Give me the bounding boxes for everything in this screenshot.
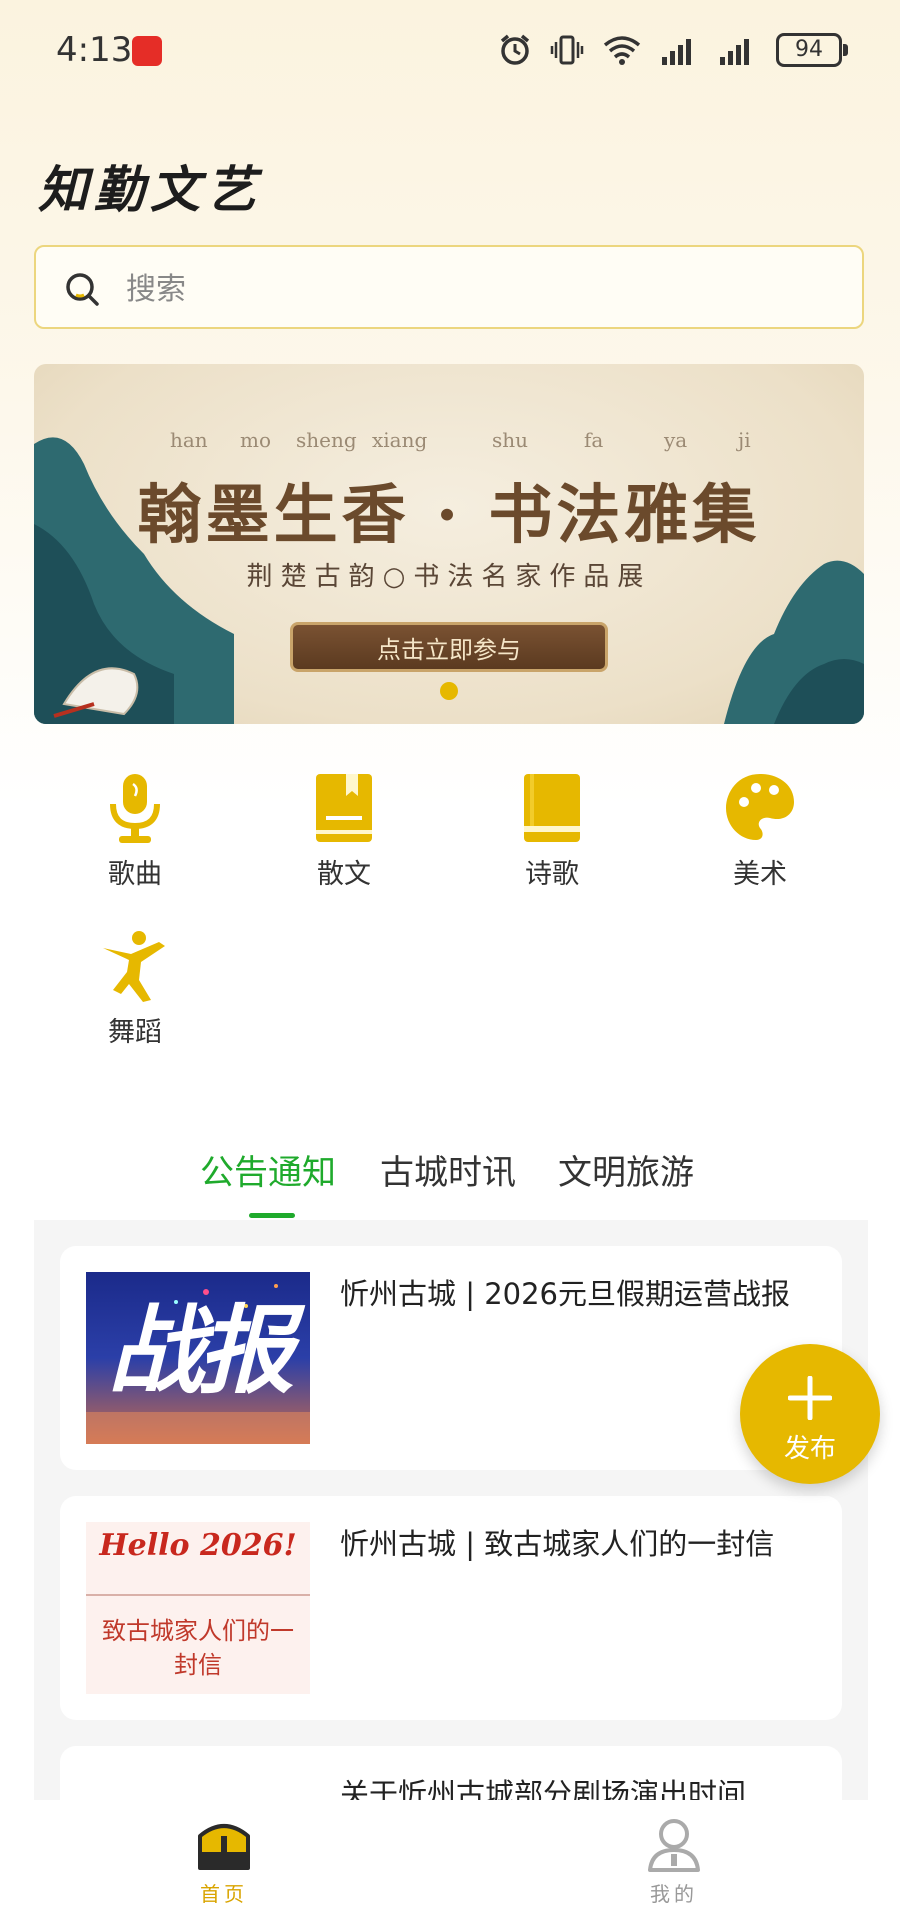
banner-cta-button[interactable]: 点击立即参与 [290, 622, 608, 672]
article-list: 战报 忻州古城 | 2026元旦假期运营战报 Hello 2026! 致古城家人… [34, 1220, 868, 1800]
document-thumbnail [86, 1772, 310, 1800]
banner-title: 翰墨生香 · 书法雅集 [137, 478, 761, 553]
category-label: 舞蹈 [108, 1017, 162, 1048]
alarm-icon [500, 34, 530, 65]
promo-banner[interactable]: han mo sheng xiang shu fa ya ji 翰墨生香 · 书… [34, 364, 864, 724]
pinyin-ya: ya [664, 428, 688, 452]
article-thumbnail: Hello 2026! 致古城家人们的一封信 [86, 1522, 310, 1694]
battery-indicator: 94 [776, 33, 848, 67]
bottom-nav: 首页 我的 [0, 1800, 900, 1920]
status-bar: 4:13 94 [0, 0, 900, 100]
nav-label: 首页 [200, 1882, 248, 1906]
tab-city-news[interactable]: 古城时讯 [380, 1145, 516, 1194]
search-bar[interactable] [34, 245, 864, 329]
article-thumbnail: 战报 [86, 1272, 310, 1444]
article-thumbnail [86, 1772, 310, 1800]
category-poetry[interactable]: 诗歌 [482, 770, 622, 891]
tab-announcements[interactable]: 公告通知 [200, 1145, 336, 1194]
publish-label: 发布 [783, 1434, 836, 1464]
publish-button[interactable]: 发布 [740, 1344, 880, 1484]
plus-icon [788, 1376, 832, 1420]
category-label: 歌曲 [108, 859, 162, 890]
status-icons: 94 [498, 30, 848, 70]
signal-icon [662, 39, 691, 65]
home-icon [198, 1824, 250, 1870]
pinyin-mo: mo [240, 428, 272, 452]
category-label: 散文 [317, 859, 371, 890]
pinyin-shu: shu [492, 428, 529, 452]
category-dance[interactable]: 舞蹈 [65, 928, 205, 1049]
article-card[interactable]: 关于忻州古城部分剧场演出时间 [60, 1746, 842, 1800]
category-label: 诗歌 [525, 859, 579, 890]
category-label: 美术 [733, 859, 787, 890]
active-tab-indicator [249, 1213, 295, 1218]
microphone-icon [110, 774, 160, 843]
user-icon [648, 1819, 700, 1872]
carousel-indicator [440, 682, 458, 700]
signal-icon-2 [720, 39, 749, 65]
search-icon [66, 273, 99, 306]
pinyin-fa: fa [584, 428, 604, 452]
thumbnail-heading: Hello 2026! [99, 1528, 297, 1563]
book-icon [524, 774, 580, 842]
app-notification-icon [132, 36, 162, 66]
pinyin-xiang: xiang [372, 428, 428, 452]
article-title: 忻州古城 | 2026元旦假期运营战报 [340, 1277, 791, 1311]
status-time: 4:13 [56, 30, 133, 70]
category-songs[interactable]: 歌曲 [65, 770, 205, 891]
category-art[interactable]: 美术 [690, 770, 830, 891]
article-card[interactable]: 战报 忻州古城 | 2026元旦假期运营战报 [60, 1246, 842, 1470]
nav-home[interactable]: 首页 [164, 1814, 284, 1907]
app-title: 知勤文艺 [38, 160, 262, 219]
thumbnail-text: 战报 [108, 1295, 294, 1407]
pinyin-han: han [170, 428, 208, 452]
wifi-icon [603, 36, 641, 65]
pinyin-sheng: sheng [296, 428, 357, 452]
article-title: 关于忻州古城部分剧场演出时间 [340, 1777, 747, 1800]
bookmark-book-icon [316, 774, 372, 842]
article-card[interactable]: Hello 2026! 致古城家人们的一封信 忻州古城 | 致古城家人们的一封信 [60, 1496, 842, 1720]
news-tabs: 公告通知 古城时讯 文明旅游 [0, 1135, 900, 1225]
nav-profile[interactable]: 我的 [614, 1814, 734, 1907]
category-prose[interactable]: 散文 [274, 770, 414, 891]
pinyin-ji: ji [738, 428, 751, 452]
dancer-icon [103, 931, 165, 1002]
vibrate-icon [550, 35, 584, 65]
palette-icon [726, 774, 794, 840]
nav-label: 我的 [650, 1882, 698, 1906]
banner-subtitle: 荆楚古韵○书法名家作品展 [246, 562, 652, 592]
search-input[interactable] [124, 261, 828, 317]
thumbnail-text: 致古城家人们的一封信 [102, 1617, 294, 1679]
article-title: 忻州古城 | 致古城家人们的一封信 [340, 1527, 775, 1561]
tab-civilized-tourism[interactable]: 文明旅游 [558, 1145, 694, 1194]
